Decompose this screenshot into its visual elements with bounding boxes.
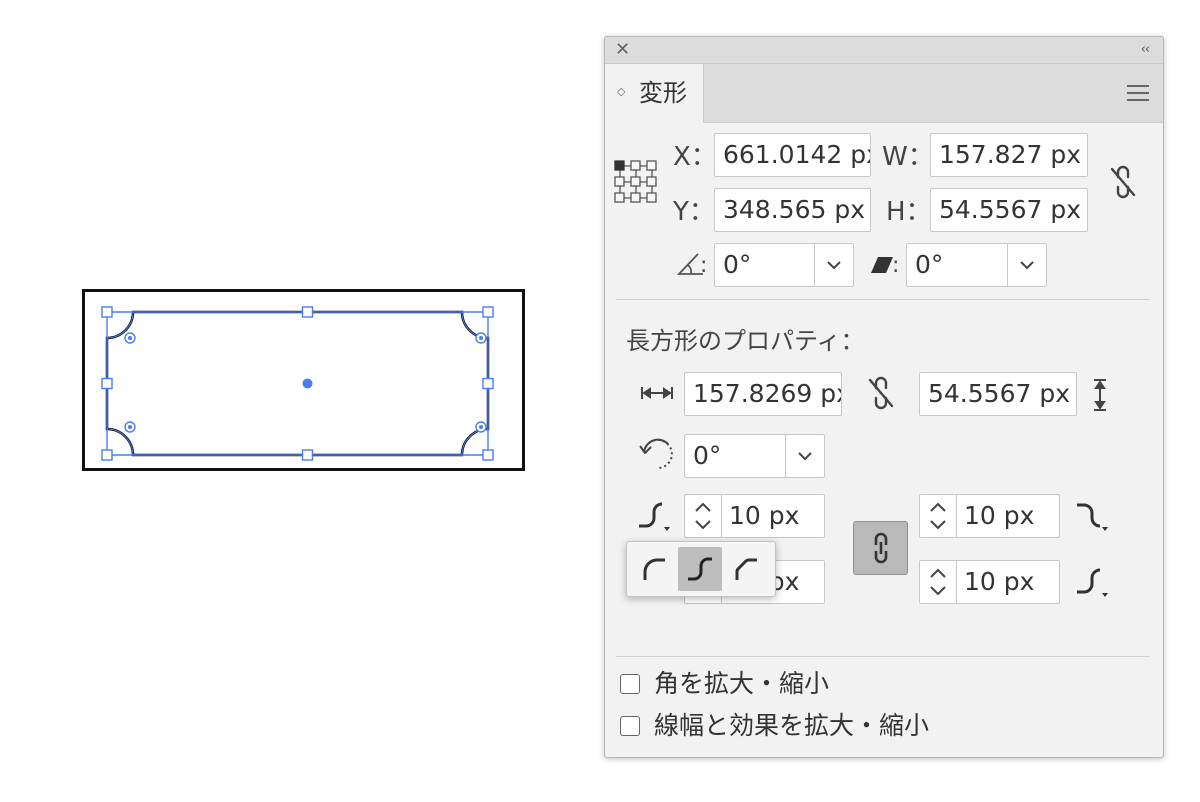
rectangle-properties-heading: 長方形のプロパティ：	[626, 327, 865, 355]
constrain-proportions-unlinked-icon[interactable]	[1108, 163, 1138, 201]
chevron-down-icon[interactable]	[814, 244, 853, 286]
scale-corners-checkbox[interactable]	[620, 674, 640, 694]
tab-label: 変形	[639, 79, 687, 107]
shear-dropdown[interactable]: 0°	[906, 243, 1047, 287]
rectangle-rotation-icon	[639, 438, 673, 469]
tab-transform[interactable]: ◇ 変形	[605, 64, 704, 123]
rectangle-width-icon	[641, 387, 673, 399]
panel-title-bar: ✕ ‹‹	[605, 37, 1163, 64]
inverted-round-corner-icon	[688, 557, 712, 581]
angle-value: 0°	[723, 250, 752, 279]
corner-type-popup	[626, 541, 776, 597]
rotation-value: 0°	[693, 441, 722, 470]
corner-top-left-value: 10 px	[729, 501, 800, 530]
chevron-down-icon[interactable]	[1007, 244, 1046, 286]
y-label: Y：	[673, 197, 715, 227]
h-field[interactable]: 54.5567 px	[930, 188, 1088, 232]
artboard-frame	[82, 289, 525, 471]
shear-value: 0°	[915, 250, 944, 279]
rectangle-width-field[interactable]: 157.8269 px	[684, 372, 842, 416]
shear-icon	[871, 257, 893, 273]
corner-top-right-value: 10 px	[964, 501, 1035, 530]
x-field[interactable]: 661.0142 px	[714, 133, 871, 177]
angle-dropdown[interactable]: 0°	[714, 243, 854, 287]
section-divider	[616, 656, 1150, 657]
rectangle-height-icon	[1094, 379, 1106, 411]
scale-strokes-effects-label: 線幅と効果を拡大・縮小	[654, 711, 930, 740]
stepper-icon[interactable]	[920, 495, 957, 537]
corner-type-top-left-icon[interactable]	[636, 500, 674, 532]
w-field[interactable]: 157.827 px	[930, 133, 1088, 177]
corner-bottom-right-value: 10 px	[964, 567, 1035, 596]
round-corner-icon	[643, 558, 665, 580]
scale-strokes-effects-checkbox[interactable]	[620, 716, 640, 736]
corner-top-left-field[interactable]: 10 px	[684, 494, 825, 538]
link-corner-radius-button[interactable]	[853, 521, 908, 575]
selected-rectangle[interactable]	[85, 292, 528, 474]
h-label: H：	[886, 197, 932, 227]
corner-type-top-right-icon[interactable]	[1074, 500, 1112, 532]
scale-corners-label: 角を拡大・縮小	[654, 669, 830, 698]
chamfer-corner-option[interactable]	[724, 547, 768, 591]
collapse-panel-icon[interactable]: ‹‹	[1141, 40, 1150, 60]
rectangle-rotation-dropdown[interactable]: 0°	[684, 434, 825, 478]
center-point	[302, 378, 313, 389]
rectangle-height-field[interactable]: 54.5567 px	[919, 372, 1077, 416]
x-label: X：	[673, 142, 717, 172]
panel-menu-icon[interactable]	[1127, 85, 1149, 101]
stepper-icon[interactable]	[685, 495, 722, 537]
reference-point-icon[interactable]	[614, 160, 658, 204]
inverted-round-corner-option[interactable]	[678, 547, 722, 591]
chain-link-icon	[874, 532, 887, 564]
section-divider	[616, 299, 1150, 300]
y-field[interactable]: 348.565 px	[714, 188, 871, 232]
stepper-icon[interactable]	[920, 561, 957, 603]
chevron-down-icon[interactable]	[785, 435, 824, 477]
close-icon[interactable]: ✕	[615, 39, 630, 61]
chamfer-corner-icon	[735, 558, 757, 580]
round-corner-option[interactable]	[632, 547, 676, 591]
w-label: W：	[882, 142, 934, 172]
corner-bottom-right-field[interactable]: 10 px	[919, 560, 1060, 604]
shear-colon: :	[892, 253, 900, 278]
rectangle-shape	[105, 310, 490, 457]
corner-top-right-field[interactable]: 10 px	[919, 494, 1060, 538]
constrain-width-height-unlinked-icon[interactable]	[866, 374, 896, 412]
tab-expand-icon: ◇	[617, 85, 626, 98]
angle-colon: :	[700, 253, 708, 278]
corner-type-bottom-right-icon[interactable]	[1074, 566, 1112, 598]
